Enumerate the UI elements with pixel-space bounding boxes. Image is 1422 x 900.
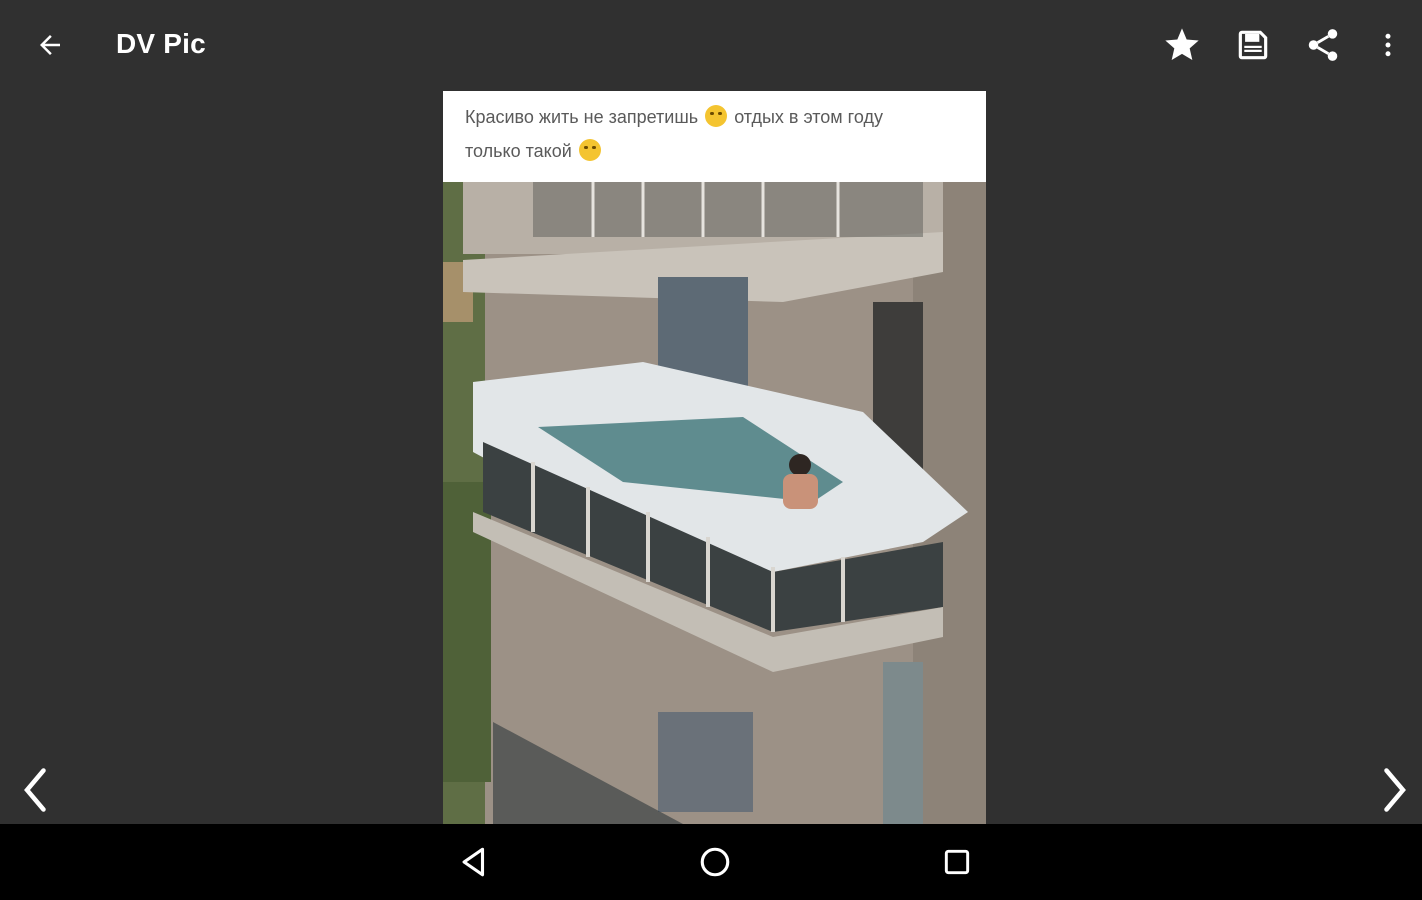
favorite-button[interactable] — [1154, 17, 1210, 73]
system-home-button[interactable] — [683, 834, 747, 890]
system-recents-button[interactable] — [925, 834, 989, 890]
share-button[interactable] — [1295, 17, 1351, 73]
back-triangle-icon — [462, 847, 485, 877]
previous-image-button[interactable] — [8, 762, 64, 818]
more-options-button[interactable] — [1360, 17, 1416, 73]
app-title: DV Pic — [116, 28, 206, 59]
system-navigation-bar — [0, 824, 1422, 900]
caption-text-2: только такой — [465, 141, 572, 161]
share-icon — [1308, 29, 1338, 61]
save-icon — [1238, 30, 1268, 60]
next-image-button[interactable] — [1366, 762, 1422, 818]
post-caption: Красиво жить не запретишь отдых в этом г… — [443, 91, 986, 182]
caption-text-1b: отдых в этом году — [734, 107, 883, 127]
recents-square-icon — [944, 849, 970, 875]
more-vert-icon — [1385, 33, 1391, 57]
app-bar: DV Pic — [0, 0, 1422, 90]
back-arrow-icon — [40, 35, 60, 55]
balcony-pool-photo — [443, 182, 986, 824]
back-button[interactable] — [22, 17, 78, 73]
grinning-emoji-icon — [705, 105, 728, 127]
chevron-left-icon — [24, 768, 46, 812]
caption-text-1a: Красиво жить не запретишь — [465, 107, 699, 127]
caption-line-2: только такой — [465, 139, 603, 162]
star-icon — [1165, 28, 1199, 60]
save-button[interactable] — [1225, 17, 1281, 73]
home-circle-icon — [700, 847, 730, 877]
grinning-emoji-icon — [578, 139, 601, 161]
caption-line-1: Красиво жить не запретишь отдых в этом г… — [465, 105, 883, 128]
chevron-right-icon — [1384, 768, 1406, 812]
system-back-button[interactable] — [442, 834, 506, 890]
image-viewer[interactable]: Красиво жить не запретишь отдых в этом г… — [443, 91, 986, 824]
